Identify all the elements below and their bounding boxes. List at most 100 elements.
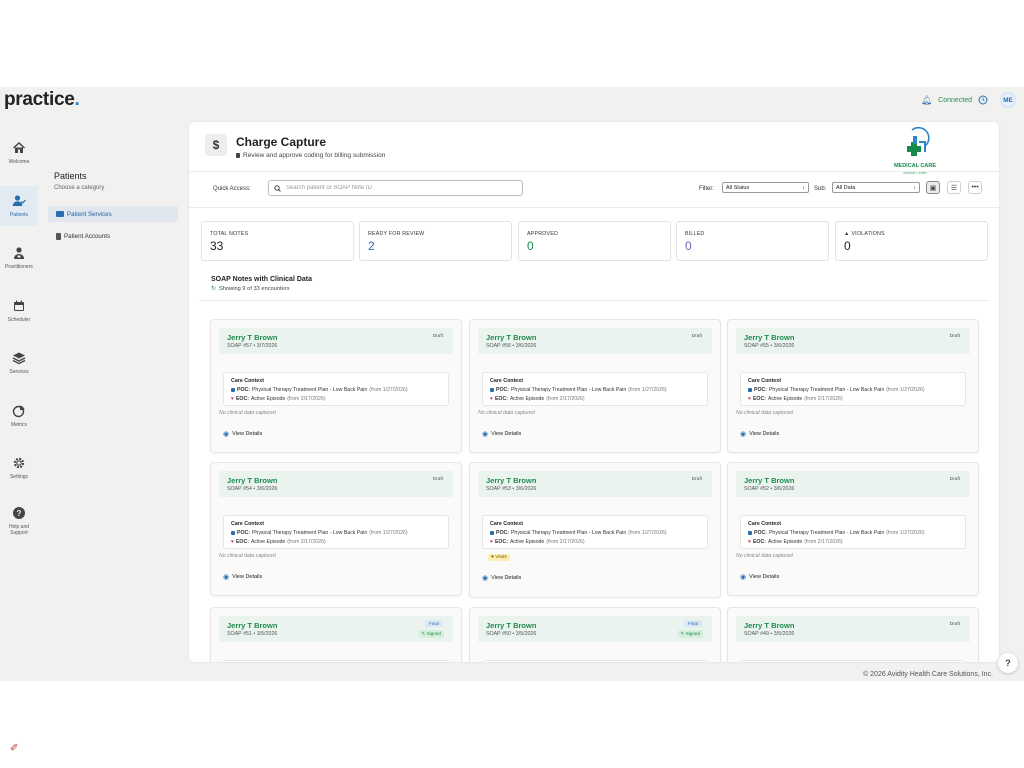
divider [189,207,999,208]
soap-note-id-date: SOAP #55 • 3/6/2026 [744,343,795,349]
home-icon [13,142,25,153]
nav-item-settings[interactable]: Settings [0,448,38,488]
poc-text: Physical Therapy Treatment Plan - Low Ba… [510,387,627,393]
care-context-box: Care Context POC: Physical Therapy Treat… [223,372,449,406]
stat-approved: APPROVED 0 [518,221,671,261]
poc-text: Physical Therapy Treatment Plan - Low Ba… [768,387,885,393]
patient-name[interactable]: Jerry T Brown [227,621,277,630]
clock-icon[interactable] [978,95,988,105]
nav-item-metrics[interactable]: Metrics [0,396,38,436]
heart-icon: ♥ [231,539,234,545]
patient-name[interactable]: Jerry T Brown [744,476,794,485]
heart-icon: ♥ [231,396,234,402]
patient-name[interactable]: Jerry T Brown [486,476,536,485]
search-input[interactable] [286,185,506,191]
view-details-link[interactable]: ◉ View Details [482,575,521,582]
eye-icon: ◉ [740,430,747,438]
view-details-link[interactable]: ◉ View Details [740,574,779,581]
dollar-icon: $ [205,134,227,156]
heart-icon: ♥ [490,396,493,402]
view-details-link[interactable]: ◉ View Details [482,431,522,438]
nav-item-welcome[interactable]: Welcome [0,133,38,173]
poc-text: Physical Therapy Treatment Plan - Low Ba… [510,530,627,536]
nav-item-services[interactable]: Services [0,343,38,383]
card-view-button[interactable]: ▣ [926,181,940,194]
layers-icon [12,352,26,365]
card-header: Jerry T Brown SOAP #52 • 3/6/2026 Draft [736,471,970,497]
poc-label: POC: [237,530,250,536]
list-icon: ☰ [950,184,958,192]
signed-badge-text: Signed [685,631,700,636]
view-details-link[interactable]: ◉ View Details [223,574,262,581]
poc-text: Physical Therapy Treatment Plan - Low Ba… [251,387,368,393]
care-context-title: Care Context [231,521,264,527]
document-icon [56,232,61,240]
status-badge: Final [425,620,443,627]
app-shell: practice. 🔔︎ Connected ME Welcome Patien… [0,87,1024,754]
patient-name[interactable]: Jerry T Brown [744,333,794,342]
category-item-patient-accounts[interactable]: Patient Accounts [48,228,178,244]
warning-icon: ▲ [844,231,850,237]
stat-value: 0 [844,239,851,253]
soap-note-card[interactable]: Jerry T Brown SOAP #57 • 3/7/2026 Draft … [210,319,462,453]
patient-name[interactable]: Jerry T Brown [227,333,277,342]
view-details-label: View Details [232,431,263,437]
clipboard-icon [748,531,752,535]
patient-name[interactable]: Jerry T Brown [486,621,536,630]
view-details-link[interactable]: ◉ View Details [223,431,263,438]
help-button[interactable]: ? [998,653,1018,673]
eoc-from: (from 2/17/2026) [287,396,326,402]
top-right-controls: 🔔︎ Connected ME [921,92,1016,108]
patient-name[interactable]: Jerry T Brown [744,621,794,630]
top-bar: practice. 🔔︎ Connected ME [0,87,1024,113]
clipboard-icon [236,153,240,158]
poc-line: POC: Physical Therapy Treatment Plan - L… [490,387,700,393]
category-item-label: Patient Accounts [64,232,111,240]
eoc-text: Active Episode [509,539,545,545]
left-nav: Welcome Patients Practitioners Scheduler… [0,133,38,553]
charge-capture-panel: $ Charge Capture Review and approve codi… [189,122,999,662]
soap-note-card[interactable]: Jerry T Brown SOAP #50 • 3/5/2026 Final … [469,607,721,662]
soap-note-card[interactable]: Jerry T Brown SOAP #53 • 3/6/2026 Draft … [469,462,721,598]
clipboard-icon [490,388,494,392]
soap-note-card[interactable]: Jerry T Brown SOAP #49 • 3/5/2026 Draft … [727,607,979,662]
soap-note-card[interactable]: Jerry T Brown SOAP #56 • 3/6/2026 Draft … [469,319,721,453]
soap-note-card[interactable]: Jerry T Brown SOAP #54 • 3/6/2026 Draft … [210,462,462,596]
category-item-patient-services[interactable]: Patient Services [48,206,178,222]
soap-note-card[interactable]: Jerry T Brown SOAP #55 • 3/6/2026 Draft … [727,319,979,453]
poc-label: POC: [237,387,250,393]
soap-note-id-date: SOAP #50 • 3/5/2026 [486,631,537,637]
clipboard-icon [490,531,494,535]
sub-filter-select[interactable]: All Data ↕ [832,182,920,193]
patient-name[interactable]: Jerry T Brown [486,333,536,342]
soap-note-card[interactable]: Jerry T Brown SOAP #52 • 3/6/2026 Draft … [727,462,979,596]
signed-badge: ✎ Signed [677,630,703,638]
divider [189,171,999,172]
nav-item-practitioners[interactable]: Practitioners [0,238,38,278]
search-box [268,180,523,196]
list-icon [56,211,64,217]
signed-badge-text: Signed [426,631,441,636]
view-details-label: View Details [491,431,522,437]
heart-icon: ♥ [748,396,751,402]
poc-line: POC: Physical Therapy Treatment Plan - L… [231,530,441,536]
app-logo[interactable]: practice. [4,89,80,111]
stat-label: READY FOR REVIEW [368,231,425,237]
status-badge: Draft [949,622,960,627]
nav-item-scheduler[interactable]: Scheduler [0,291,38,331]
list-view-button[interactable]: ☰ [947,181,961,194]
patient-name[interactable]: Jerry T Brown [227,476,277,485]
more-options-button[interactable]: ••• [968,181,982,194]
view-details-link[interactable]: ◉ View Details [740,430,779,438]
nav-item-patients[interactable]: Patients [0,185,38,226]
bell-icon[interactable]: 🔔︎ [921,95,932,106]
soap-note-card[interactable]: Jerry T Brown SOAP #51 • 3/5/2026 Final … [210,607,462,662]
cards-icon: ▣ [929,184,937,192]
card-header: Jerry T Brown SOAP #54 • 3/6/2026 Draft [219,471,453,497]
eoc-text: Active Episode [509,396,545,402]
nav-item-help[interactable]: ? Help and Support [0,501,38,541]
megaphone-icon[interactable]: ✐ [10,743,18,754]
card-header: Jerry T Brown SOAP #51 • 3/5/2026 Final … [219,616,453,642]
status-filter-select[interactable]: All Status ↕ [722,182,809,193]
user-avatar[interactable]: ME [1000,92,1016,108]
